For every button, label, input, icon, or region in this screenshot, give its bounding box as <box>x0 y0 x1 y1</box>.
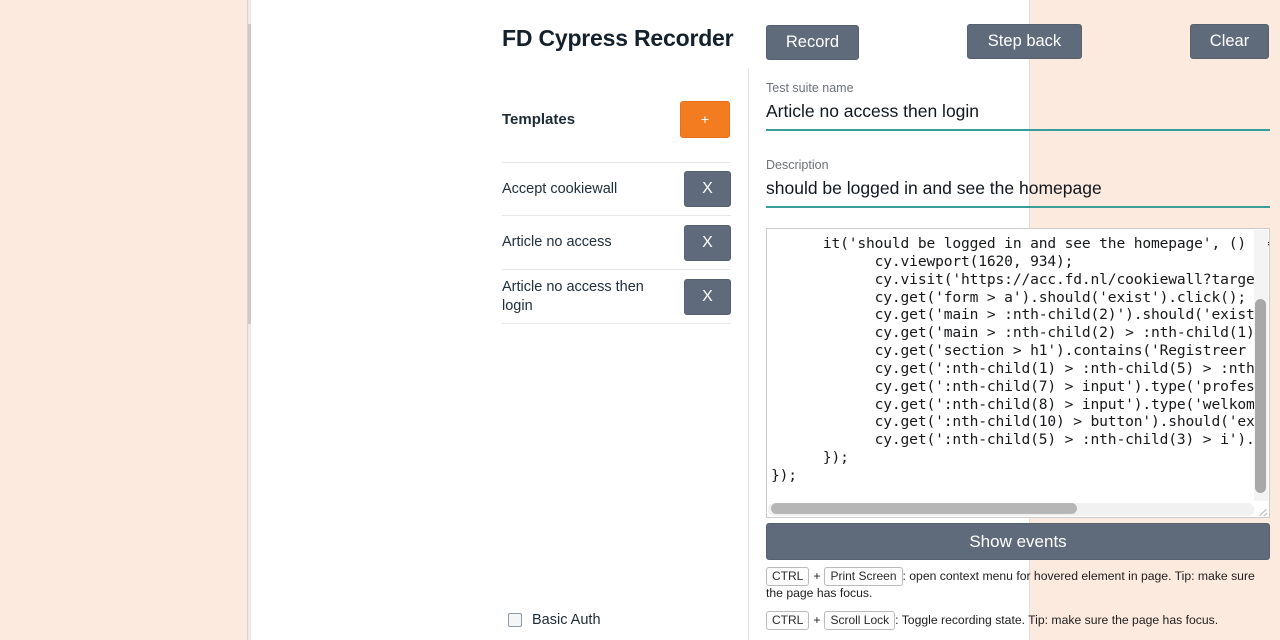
clear-button[interactable]: Clear <box>1190 24 1269 59</box>
templates-label: Templates <box>502 111 576 128</box>
keyboard-hints: CTRL + Print Screen: open context menu for… <box>766 567 1270 639</box>
description-label: Description <box>766 158 829 172</box>
template-name: Article no access then login <box>502 278 644 314</box>
basic-auth-row[interactable]: Basic Auth <box>508 612 601 628</box>
kbd-print-screen: Print Screen <box>824 567 903 586</box>
list-item[interactable]: Article no access then login X <box>502 270 731 324</box>
code-editor-content[interactable]: it('should be logged in and see the home… <box>771 235 1269 485</box>
code-editor-horizontal-scrollbar[interactable] <box>768 503 1254 516</box>
code-editor-vertical-scrollbar[interactable] <box>1254 230 1268 501</box>
test-suite-name-field[interactable]: Test suite name Article no access then l… <box>766 80 1270 131</box>
test-suite-name-input[interactable]: Article no access then login <box>766 96 1270 129</box>
template-name: Accept cookiewall <box>502 180 618 197</box>
template-list: Accept cookiewall X Article no access X … <box>502 162 731 324</box>
recorder-panel: FD Cypress Recorder Templates + Accept c… <box>247 0 1270 640</box>
show-events-button[interactable]: Show events <box>766 523 1270 560</box>
list-item[interactable]: Article no access X <box>502 216 731 270</box>
resize-grip-icon[interactable] <box>1256 504 1268 516</box>
code-editor[interactable]: it('should be logged in and see the home… <box>766 228 1270 518</box>
description-field[interactable]: Description should be logged in and see … <box>766 157 1270 208</box>
hint-text: : Toggle recording state. Tip: make sure… <box>895 612 1219 627</box>
templates-header: Templates + <box>502 96 730 143</box>
description-input[interactable]: should be logged in and see the homepage <box>766 173 1270 206</box>
list-item[interactable]: Accept cookiewall X <box>502 162 731 216</box>
kbd-ctrl: CTRL <box>766 567 810 586</box>
delete-template-button[interactable]: X <box>684 278 731 315</box>
code-editor-vertical-scroll-thumb[interactable] <box>1255 299 1266 493</box>
basic-auth-checkbox[interactable] <box>508 613 522 627</box>
template-name: Article no access <box>502 234 612 250</box>
delete-template-button[interactable]: X <box>684 171 731 207</box>
kbd-plus: + <box>813 569 821 583</box>
hint-line: CTRL + Print Screen: open context menu for… <box>766 567 1270 602</box>
basic-auth-label: Basic Auth <box>532 612 601 628</box>
hint-line: CTRL + Scroll Lock: Toggle recording state… <box>766 610 1270 630</box>
panel-scroll-thumb[interactable] <box>248 24 251 324</box>
kbd-plus: + <box>813 612 821 627</box>
code-editor-horizontal-scroll-thumb[interactable] <box>771 503 1077 514</box>
field-underline <box>766 129 1270 131</box>
step-back-button[interactable]: Step back <box>967 24 1082 59</box>
kbd-ctrl: CTRL <box>766 610 810 630</box>
panel-scroll-track[interactable] <box>248 0 251 640</box>
app-root: FD Cypress Recorder Templates + Accept c… <box>0 0 1280 640</box>
page-title: FD Cypress Recorder <box>502 25 734 51</box>
delete-template-button[interactable]: X <box>684 224 731 261</box>
test-suite-name-label: Test suite name <box>766 81 854 95</box>
field-underline <box>766 206 1270 208</box>
record-button[interactable]: Record <box>766 25 859 60</box>
kbd-scroll-lock: Scroll Lock <box>824 610 896 630</box>
add-template-button[interactable]: + <box>680 101 730 138</box>
column-divider <box>748 68 749 640</box>
